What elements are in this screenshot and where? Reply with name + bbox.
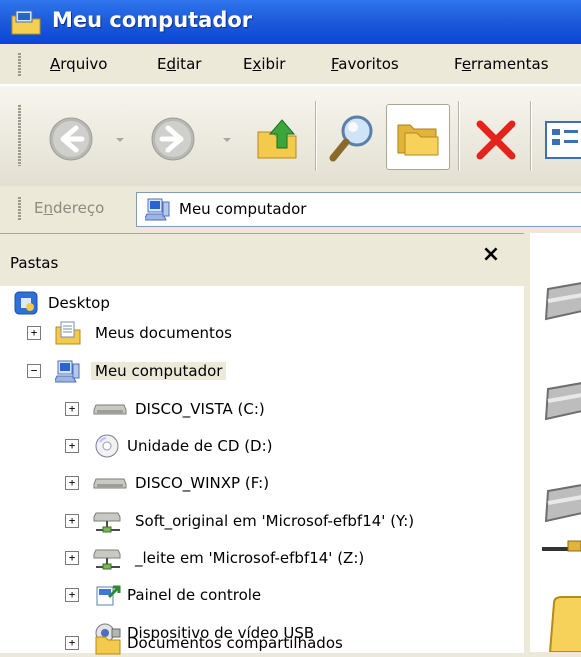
my-documents-icon — [55, 321, 81, 345]
my-computer-icon — [55, 360, 80, 383]
tree-item-leite[interactable]: _leite em 'Microsof-efbf14' (Z:) — [93, 544, 513, 572]
window-title: Meu computador — [52, 8, 253, 32]
my-computer-icon — [145, 198, 170, 221]
tree-label: Painel de controle — [127, 586, 262, 604]
tree-expander[interactable]: + — [65, 588, 79, 602]
my-computer-title-icon — [11, 10, 41, 35]
shared-folder-icon — [95, 636, 121, 655]
network-drive-icon — [93, 549, 121, 570]
menu-arquivo[interactable]: Arquivo — [50, 44, 107, 84]
tree-expander[interactable]: + — [65, 402, 79, 416]
content-pane — [530, 233, 581, 652]
tree-expander[interactable]: + — [65, 514, 79, 528]
tree-label: _leite em 'Microsof-efbf14' (Z:) — [135, 549, 365, 567]
tree-expander[interactable]: + — [65, 551, 79, 565]
search-icon[interactable] — [328, 112, 378, 164]
tree-label: Documentos compartilhados — [127, 634, 343, 652]
address-grip[interactable] — [18, 196, 21, 220]
cd-drive-icon — [95, 434, 119, 458]
tree-expander[interactable]: + — [65, 636, 79, 650]
folders-button[interactable] — [386, 104, 450, 170]
hard-drive-icon[interactable] — [542, 381, 581, 425]
hard-drive-icon — [93, 478, 127, 489]
desktop-icon — [14, 291, 38, 315]
folders-pane-title: Pastas — [10, 254, 59, 272]
tree-label: Meus documentos — [95, 324, 232, 342]
menu-ferramentas[interactable]: Ferramentas — [454, 44, 549, 84]
back-dropdown-icon[interactable] — [115, 136, 125, 144]
tree-label: DISCO_WINXP (F:) — [135, 474, 270, 492]
forward-dropdown-icon[interactable] — [222, 136, 232, 144]
standard-toolbar — [0, 85, 581, 187]
tree-label: DISCO_VISTA (C:) — [135, 400, 265, 418]
folders-icon — [397, 124, 439, 156]
folders-pane: Pastas × Desktop + Meus documentos − Meu… — [0, 233, 524, 655]
close-pane-button[interactable]: × — [476, 240, 506, 270]
tree-expander[interactable]: + — [27, 326, 41, 340]
toolbar-separator — [458, 101, 460, 171]
folder-icon[interactable] — [548, 593, 581, 652]
address-value: Meu computador — [179, 200, 307, 218]
menu-favoritos[interactable]: Favoritos — [331, 44, 399, 84]
toolbar-grip[interactable] — [18, 104, 21, 166]
address-label: Endereço — [34, 199, 105, 217]
tree-item-disco-winxp[interactable]: DISCO_WINXP (F:) — [93, 469, 513, 497]
tree-label: Soft_original em 'Microsof-efbf14' (Y:) — [135, 512, 415, 530]
toolbar-separator — [315, 101, 317, 171]
address-input[interactable]: Meu computador — [136, 192, 581, 227]
tree-item-meu-computador[interactable]: Meu computador — [55, 357, 475, 385]
address-bar: Endereço Meu computador — [0, 186, 581, 231]
tree-label-selected: Meu computador — [91, 362, 227, 380]
tree-label: Unidade de CD (D:) — [127, 437, 273, 455]
title-bar[interactable]: Meu computador — [0, 0, 581, 44]
up-folder-icon[interactable] — [252, 114, 302, 164]
control-panel-icon — [96, 585, 121, 606]
menu-grip[interactable] — [18, 52, 21, 76]
views-icon[interactable] — [544, 120, 581, 160]
tree-item-desktop[interactable]: Desktop — [14, 289, 494, 317]
forward-arrow-icon[interactable] — [150, 116, 196, 162]
tree-expander[interactable]: + — [65, 476, 79, 490]
delete-icon[interactable] — [472, 116, 520, 164]
hard-drive-icon[interactable] — [542, 281, 581, 325]
menu-exibir[interactable]: Exibir — [243, 44, 285, 84]
tree-item-soft-original[interactable]: Soft_original em 'Microsof-efbf14' (Y:) — [93, 507, 513, 535]
tree-item-documentos-compartilhados[interactable]: Documentos compartilhados — [93, 629, 513, 657]
hard-drive-icon — [93, 404, 127, 415]
tree-label: Desktop — [48, 294, 110, 312]
tree-item-disco-vista[interactable]: DISCO_VISTA (C:) — [93, 395, 513, 423]
tree-expander[interactable]: − — [27, 364, 41, 378]
tree-item-meus-documentos[interactable]: Meus documentos — [55, 319, 475, 347]
network-drive-icon[interactable] — [542, 483, 581, 557]
network-drive-icon — [93, 512, 121, 533]
toolbar-separator — [530, 101, 532, 171]
tree-item-painel-controle[interactable]: Painel de controle — [93, 581, 513, 609]
folders-pane-header: Pastas × — [0, 234, 524, 287]
menu-bar: Arquivo Editar Exibir Favoritos Ferramen… — [0, 44, 581, 85]
menu-editar[interactable]: Editar — [157, 44, 201, 84]
tree-item-unidade-cd[interactable]: Unidade de CD (D:) — [93, 432, 513, 460]
back-arrow-icon[interactable] — [48, 116, 94, 162]
tree-expander[interactable]: + — [65, 439, 79, 453]
